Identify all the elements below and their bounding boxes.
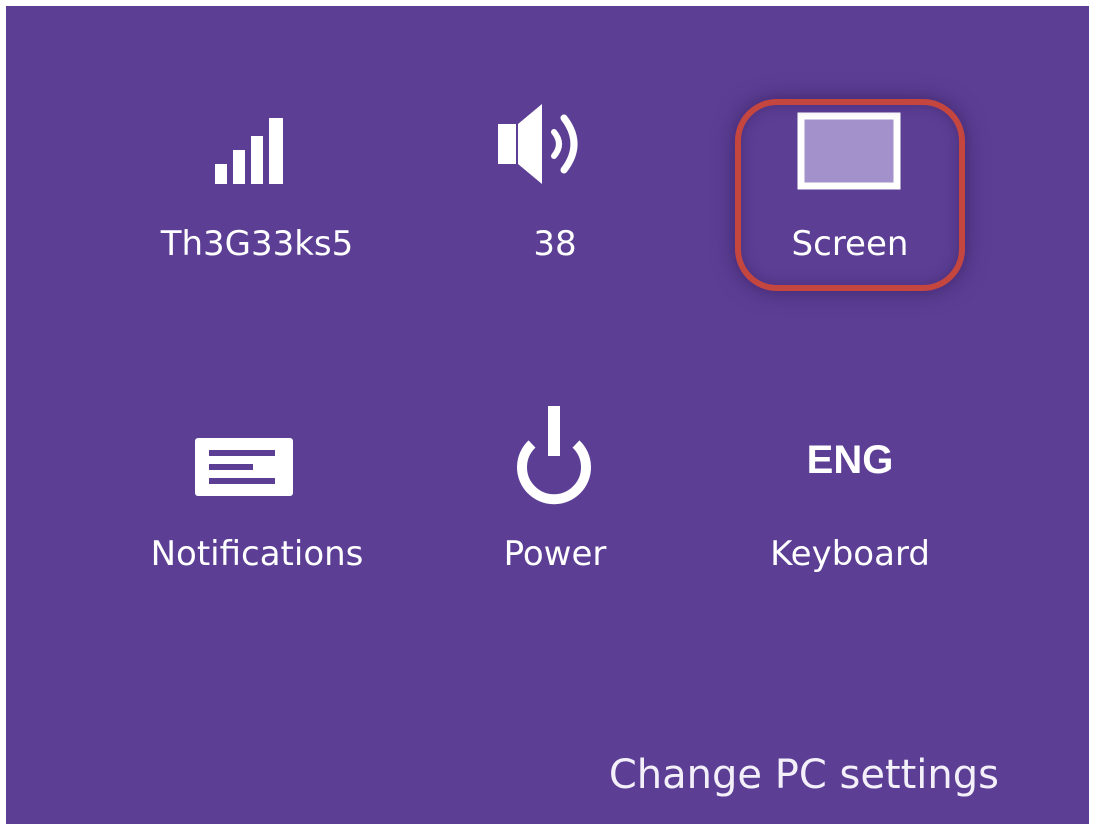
keyboard-button[interactable]: ENG Keyboard (735, 406, 965, 606)
power-label: Power (503, 534, 607, 574)
volume-button[interactable]: 38 (440, 102, 670, 302)
screen-icon-area (735, 102, 965, 202)
network-button[interactable]: Th3G33ks5 (142, 102, 372, 302)
speaker-icon (498, 104, 578, 184)
signal-bars-icon (215, 118, 283, 184)
settings-charm-panel: Th3G33ks5 38 Screen Notifications Power … (6, 6, 1089, 824)
network-icon-area (142, 102, 372, 202)
network-label: Th3G33ks5 (160, 224, 354, 264)
language-indicator: ENG (806, 438, 894, 482)
screen-icon (797, 112, 901, 190)
notifications-icon (195, 438, 293, 496)
power-icon-area (440, 406, 670, 506)
notifications-icon-area (142, 406, 372, 506)
volume-icon-area (440, 102, 670, 202)
power-button[interactable]: Power (440, 406, 670, 606)
change-pc-settings-link[interactable]: Change PC settings (609, 750, 999, 800)
keyboard-label: Keyboard (770, 534, 930, 574)
notifications-label: Notifications (150, 534, 364, 574)
keyboard-icon-area: ENG (735, 406, 965, 506)
screen-label: Screen (791, 224, 909, 264)
volume-level-label: 38 (533, 224, 577, 264)
power-icon (517, 406, 591, 505)
notifications-button[interactable]: Notifications (142, 406, 372, 606)
screen-button[interactable]: Screen (735, 102, 965, 302)
